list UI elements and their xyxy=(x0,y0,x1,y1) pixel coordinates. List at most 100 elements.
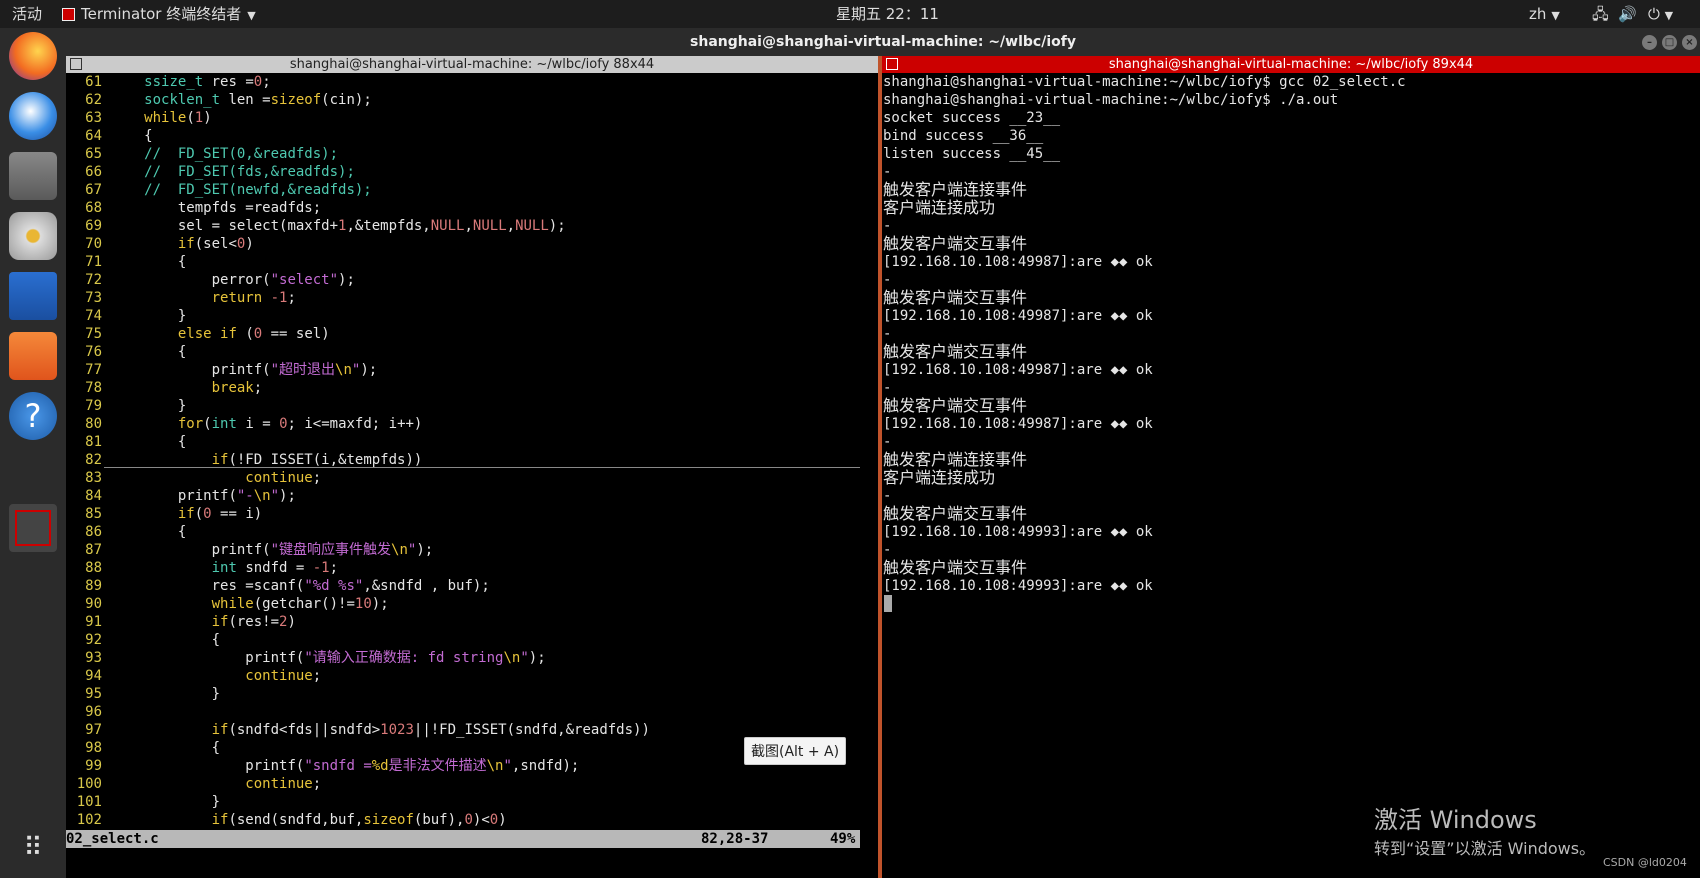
code-line[interactable]: 81 { xyxy=(66,433,878,451)
code-line[interactable]: 72 perror("select"); xyxy=(66,271,878,289)
rhythmbox-icon[interactable] xyxy=(9,212,57,260)
code-token: ); xyxy=(338,272,355,288)
code-token: res =scanf( xyxy=(110,578,305,594)
code-line[interactable]: 93 printf("请输入正确数据: fd string\n"); xyxy=(66,649,878,667)
code-line[interactable]: 84 printf("-\n"); xyxy=(66,487,878,505)
code-token: (cin); xyxy=(321,92,372,108)
code-line[interactable]: 74 } xyxy=(66,307,878,325)
code-line[interactable]: 76 { xyxy=(66,343,878,361)
split-grid-icon[interactable] xyxy=(70,58,82,70)
terminal-line: 触发客户端交互事件 xyxy=(883,234,1028,253)
code-token: 0 xyxy=(203,506,212,522)
code-line[interactable]: 61 ssize_t res =0; xyxy=(66,73,878,91)
code-line[interactable]: 86 { xyxy=(66,523,878,541)
vim-editor-pane[interactable]: 61 ssize_t res =0; 62 socklen_t len =size… xyxy=(66,73,878,878)
maximize-button[interactable]: □ xyxy=(1662,35,1677,50)
code-token: 0 xyxy=(253,74,263,90)
activation-watermark: 激活 Windows 转到“设置”以激活 Windows。 xyxy=(1374,800,1595,859)
code-line[interactable]: 94 continue; xyxy=(66,667,878,685)
code-line[interactable]: 77 printf("超时退出\n"); xyxy=(66,361,878,379)
code-line[interactable]: 68 tempfds =readfds; xyxy=(66,199,878,217)
volume-icon[interactable]: 🔊 xyxy=(1618,0,1637,28)
code-line[interactable]: 90 while(getchar()!=10); xyxy=(66,595,878,613)
app-menu[interactable]: Terminator 终端终结者 ▼ xyxy=(62,0,256,28)
code-line[interactable]: 80 for(int i = 0; i<=maxfd; i++) xyxy=(66,415,878,433)
code-line[interactable]: 92 { xyxy=(66,631,878,649)
line-number: 63 xyxy=(85,110,102,126)
dock: ? ⠿ xyxy=(0,28,66,878)
left-pane-header[interactable]: shanghai@shanghai-virtual-machine: ~/wlb… xyxy=(66,56,878,73)
terminal-line: - xyxy=(883,542,892,558)
split-grid-icon[interactable] xyxy=(886,58,898,70)
language-selector[interactable]: zh ▼ xyxy=(1529,0,1560,28)
code-token: ) xyxy=(498,812,507,828)
code-line[interactable]: 95 } xyxy=(66,685,878,703)
close-button[interactable]: × xyxy=(1682,35,1697,50)
watermark-title: 激活 Windows xyxy=(1374,806,1537,834)
code-token: 1023 xyxy=(380,722,414,738)
code-token: continue xyxy=(245,668,313,684)
code-line[interactable]: 69 sel = select(maxfd+1,&tempfds,NULL,NU… xyxy=(66,217,878,235)
code-line[interactable]: 91 if(res!=2) xyxy=(66,613,878,631)
code-line[interactable]: 62 socklen_t len =sizeof(cin); xyxy=(66,91,878,109)
code-line[interactable]: 102 if(send(sndfd,buf,sizeof(buf),0)<0) xyxy=(66,811,878,829)
code-line[interactable]: 85 if(0 == i) xyxy=(66,505,878,523)
terminal-line: [192.168.10.108:49987]:are ◆◆ ok xyxy=(883,416,1153,432)
code-token: printf( xyxy=(110,488,237,504)
code-line[interactable]: 70 if(sel<0) xyxy=(66,235,878,253)
code-line[interactable]: 88 int sndfd = -1; xyxy=(66,559,878,577)
code-token: } xyxy=(110,794,221,810)
right-pane-header[interactable]: shanghai@shanghai-virtual-machine: ~/wlb… xyxy=(882,56,1700,73)
power-icon[interactable]: ⏻ ▼ xyxy=(1648,0,1673,28)
minimize-button[interactable]: – xyxy=(1642,35,1657,50)
code-line[interactable]: 87 printf("键盘响应事件触发\n"); xyxy=(66,541,878,559)
code-line[interactable]: 89 res =scanf("%d %s",&sndfd , buf); xyxy=(66,577,878,595)
software-icon[interactable] xyxy=(9,332,57,380)
files-icon[interactable] xyxy=(9,152,57,200)
line-number: 92 xyxy=(85,632,102,648)
code-token: (!FD_ISSET(i,&tempfds)) xyxy=(228,452,423,468)
help-icon[interactable]: ? xyxy=(9,392,57,440)
code-line[interactable]: 67 // FD_SET(newfd,&readfds); xyxy=(66,181,878,199)
code-token: , xyxy=(506,218,516,234)
terminal-output[interactable]: shanghai@shanghai-virtual-machine:~/wlbc… xyxy=(882,73,1700,595)
code-line[interactable]: 83 continue; xyxy=(66,469,878,487)
line-number: 72 xyxy=(85,272,102,288)
code-line[interactable]: 75 else if (0 == sel) xyxy=(66,325,878,343)
code-line[interactable]: 66 // FD_SET(fds,&readfds); xyxy=(66,163,878,181)
code-line[interactable]: 65 // FD_SET(0,&readfds); xyxy=(66,145,878,163)
code-line[interactable]: 101 } xyxy=(66,793,878,811)
code-view[interactable]: 61 ssize_t res =0; 62 socklen_t len =size… xyxy=(66,73,878,829)
line-number: 86 xyxy=(85,524,102,540)
line-number: 98 xyxy=(85,740,102,756)
terminal-line: - xyxy=(883,326,892,342)
terminal-output-pane[interactable]: shanghai@shanghai-virtual-machine:~/wlbc… xyxy=(882,73,1700,878)
code-line[interactable]: 96 xyxy=(66,703,878,721)
line-number: 88 xyxy=(85,560,102,576)
code-token: NULL xyxy=(472,218,507,234)
code-line[interactable]: 100 continue; xyxy=(66,775,878,793)
firefox-icon[interactable] xyxy=(9,32,57,80)
code-line[interactable]: 71 { xyxy=(66,253,878,271)
code-token: ||!FD_ISSET(sndfd,&readfds)) xyxy=(413,722,650,738)
code-line[interactable]: 63 while(1) xyxy=(66,109,878,127)
writer-icon[interactable] xyxy=(9,272,57,320)
code-token: "键盘响应事件触发 xyxy=(270,542,392,558)
code-token: NULL xyxy=(430,218,465,234)
code-token: } xyxy=(110,308,187,324)
terminator-icon[interactable] xyxy=(9,504,57,552)
code-line[interactable]: 73 return -1; xyxy=(66,289,878,307)
window-titlebar[interactable]: shanghai@shanghai-virtual-machine: ~/wlb… xyxy=(66,28,1700,56)
code-line[interactable]: 78 break; xyxy=(66,379,878,397)
thunderbird-icon[interactable] xyxy=(9,92,57,140)
code-token: ; xyxy=(253,380,263,396)
code-token: NULL xyxy=(515,218,549,234)
code-line[interactable]: 64 { xyxy=(66,127,878,145)
network-icon[interactable]: 🖧 xyxy=(1592,0,1609,28)
activities-button[interactable]: 活动 xyxy=(12,0,42,28)
code-token: %d xyxy=(371,758,389,774)
code-line[interactable]: 79 } xyxy=(66,397,878,415)
show-apps-icon[interactable]: ⠿ xyxy=(15,830,51,866)
clock[interactable]: 星期五 22：11 xyxy=(836,0,939,28)
